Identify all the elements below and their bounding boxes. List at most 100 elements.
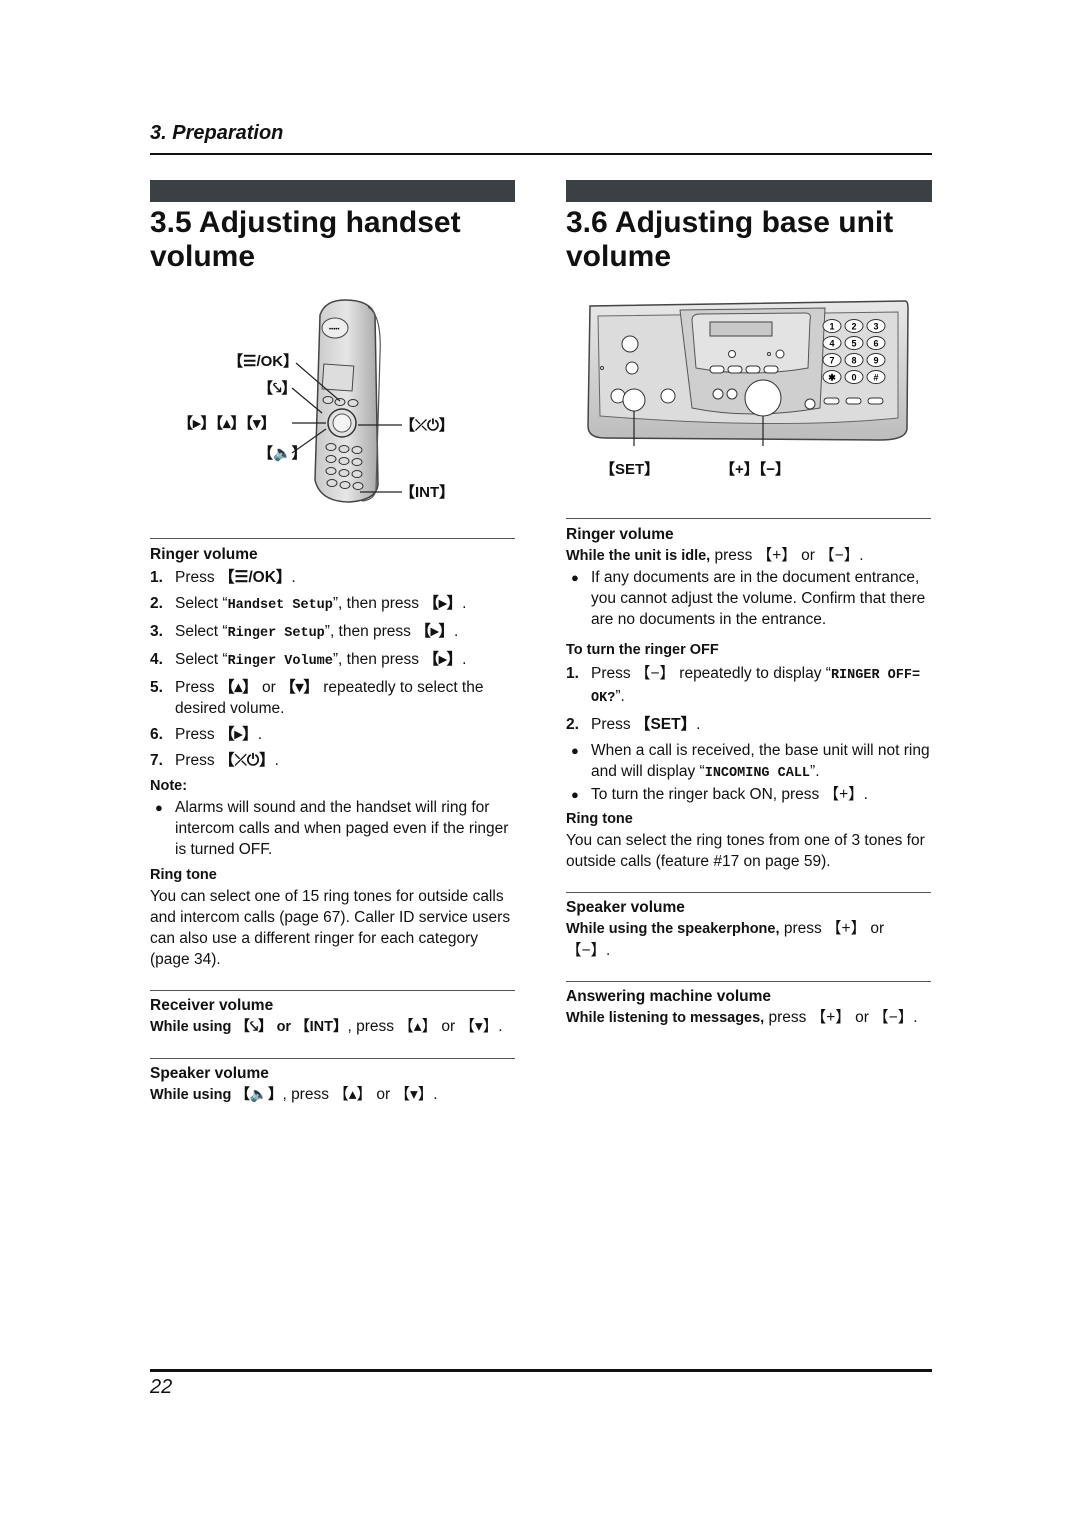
step-text: . xyxy=(257,726,263,743)
instruction-lead: While using 【⤥】 or 【INT】 xyxy=(150,1019,348,1035)
base-unit-column: Ringer volume While the unit is idle, pr… xyxy=(566,518,931,1029)
step-text: . xyxy=(291,569,296,586)
step-number: 1. xyxy=(566,665,579,682)
step-text: Select “ xyxy=(175,595,228,612)
step-text: Press xyxy=(591,716,635,733)
step-text: or xyxy=(257,679,281,696)
ringer-bullets: ● If any documents are in the document en… xyxy=(566,567,931,630)
step-number: 4. xyxy=(150,651,163,668)
keypad-key-label: # xyxy=(873,373,878,383)
step-text: Press xyxy=(175,569,219,586)
divider xyxy=(566,981,931,982)
instruction-lead: While using the speakerphone, xyxy=(566,921,780,937)
step-item: 6. Press 【▸】. xyxy=(150,724,515,745)
answering-machine-volume-heading: Answering machine volume xyxy=(566,988,771,1005)
divider xyxy=(150,538,515,539)
step-item: 3. Select “Ringer Setup”, then press 【▸】. xyxy=(150,621,515,644)
menu-item-text: Ringer Volume xyxy=(227,654,333,669)
label-int-button: 【INT】 xyxy=(400,484,455,501)
keypad-key-label: 0 xyxy=(851,373,856,383)
note-bullet: ● Alarms will sound and the handset will … xyxy=(150,797,515,860)
section-title-handset: 3.5 Adjusting handset volume xyxy=(150,206,461,274)
instruction-lead: While listening to messages, xyxy=(566,1010,765,1026)
keypad-key-label: 8 xyxy=(851,356,856,366)
step-text: Press 【−】 repeatedly to display “ xyxy=(591,665,831,682)
step-item: 4. Select “Ringer Volume”, then press 【▸】… xyxy=(150,649,515,672)
ring-tone-body: You can select the ring tones from one o… xyxy=(566,832,925,870)
chapter-header: 3. Preparation xyxy=(150,122,284,144)
divider xyxy=(566,518,931,519)
instruction-lead: While using 【🔈】 xyxy=(150,1087,283,1103)
instruction-body: press 【+】 or 【−】. xyxy=(710,547,864,564)
step-number: 7. xyxy=(150,752,163,769)
keypad-key-label: 5 xyxy=(851,339,856,349)
step-text: . xyxy=(696,716,701,733)
step-item: 1. Press 【☰/OK】. xyxy=(150,567,515,588)
bullet-icon: ● xyxy=(571,787,579,802)
keypad-key-label: ✱ xyxy=(828,373,836,383)
keypad-key-label: 1 xyxy=(829,322,834,332)
step-item: 2. Press 【SET】. xyxy=(566,714,931,735)
bullet-item: ● To turn the ringer back ON, press 【+】. xyxy=(566,784,931,805)
ring-tone-heading: Ring tone xyxy=(150,867,217,883)
step-text: ”, then press xyxy=(332,595,424,612)
section-bar-right xyxy=(566,180,932,202)
key-label: 【▾】 xyxy=(280,679,319,696)
step-text: . xyxy=(462,651,467,668)
step-number: 2. xyxy=(150,595,163,612)
ringer-off-heading: To turn the ringer OFF xyxy=(566,642,719,658)
step-text: . xyxy=(274,752,279,769)
step-number: 2. xyxy=(566,716,579,733)
bullet-icon: ● xyxy=(571,570,579,585)
bullet-item: ● When a call is received, the base unit … xyxy=(566,740,931,784)
display-text: INCOMING CALL xyxy=(704,766,811,781)
base-unit-drawing: 1 2 3 4 5 6 7 8 9 ✱ 0 # xyxy=(587,300,909,446)
key-label: 【SET】 xyxy=(634,716,697,733)
step-text: ”, then press xyxy=(324,623,416,640)
label-plus-minus-buttons: 【+】【−】 xyxy=(720,461,791,478)
ringer-off-steps: 1. Press 【−】 repeatedly to display “RINGE… xyxy=(566,663,931,735)
keypad-key-label: 6 xyxy=(873,339,878,349)
step-text: Select “ xyxy=(175,623,228,640)
label-off-power-button: 【⤫⏻】 xyxy=(400,417,454,434)
svg-text:•••••: ••••• xyxy=(329,327,340,333)
note-list: ● Alarms will sound and the handset will … xyxy=(150,797,515,860)
key-label: 【▸】 xyxy=(218,726,258,743)
keypad-key-label: 4 xyxy=(829,339,834,349)
label-nav-buttons: 【▸】【▴】【▾】 xyxy=(178,415,276,432)
keypad-key-label: 7 xyxy=(829,356,834,366)
step-text: Press xyxy=(175,726,219,743)
keypad-key-label: 2 xyxy=(851,322,856,332)
ring-tone-heading: Ring tone xyxy=(566,811,633,827)
divider xyxy=(150,1058,515,1059)
instruction-body: , press 【▴】 or 【▾】. xyxy=(282,1086,438,1103)
keypad-key-label: 3 xyxy=(873,322,878,332)
step-text: Press xyxy=(175,679,219,696)
bullet-text: To turn the ringer back ON, press 【+】. xyxy=(591,786,868,803)
label-set-button: 【SET】 xyxy=(600,461,660,478)
label-menu-ok-button: 【☰/OK】 xyxy=(228,353,299,370)
key-label: 【⤫⏻】 xyxy=(218,752,275,769)
key-label: 【▸】 xyxy=(423,651,463,668)
label-talk-button: 【⤥】 xyxy=(258,380,297,397)
label-speaker-button: 【🔈】 xyxy=(258,445,307,462)
receiver-volume-instruction: While using 【⤥】 or 【INT】, press 【▴】 or 【… xyxy=(150,1016,515,1038)
ringer-off-bullets: ● When a call is received, the base unit … xyxy=(566,740,931,805)
instruction-body: , press 【▴】 or 【▾】. xyxy=(347,1018,503,1035)
step-number: 5. xyxy=(150,679,163,696)
bullet-text: ”. xyxy=(810,763,820,780)
section-bar-left xyxy=(150,180,515,202)
divider xyxy=(150,990,515,991)
instruction-lead: While the unit is idle, xyxy=(566,548,711,564)
base-unit-illustration: 1 2 3 4 5 6 7 8 9 ✱ 0 # 【SET】 【+】【−】 xyxy=(580,298,920,483)
step-text: . xyxy=(454,623,459,640)
header-rule xyxy=(150,153,932,155)
instruction-body: press 【+】 or 【−】. xyxy=(764,1009,918,1026)
keypad-key-label: 9 xyxy=(873,356,878,366)
bullet-item: ● If any documents are in the document en… xyxy=(566,567,931,630)
step-item: 7. Press 【⤫⏻】. xyxy=(150,750,515,771)
note-text: Alarms will sound and the handset will r… xyxy=(175,799,509,858)
ringer-volume-heading: Ringer volume xyxy=(150,546,258,563)
title-line: 3.6 Adjusting base unit xyxy=(566,206,894,239)
bullet-text: If any documents are in the document ent… xyxy=(591,569,926,628)
